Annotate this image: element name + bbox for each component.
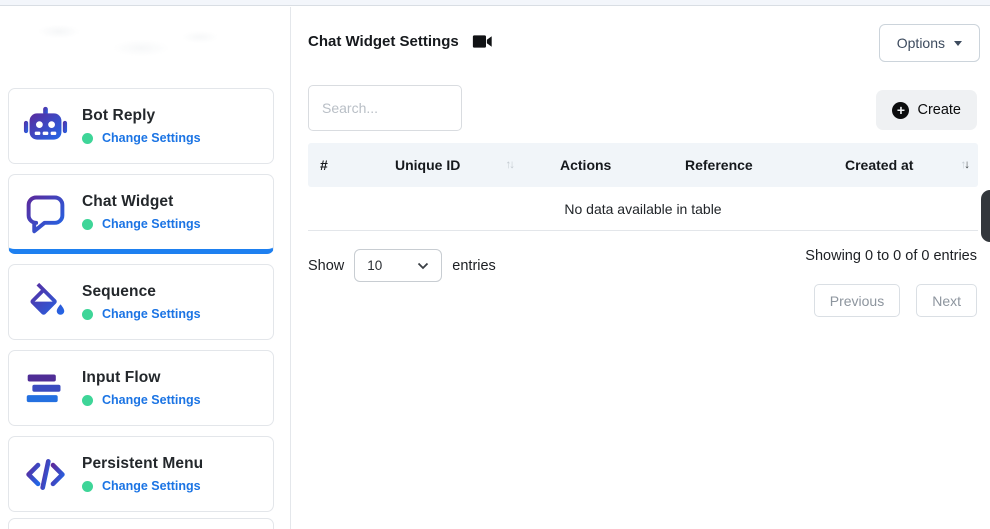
card-title: Input Flow	[82, 369, 201, 387]
search-input[interactable]	[308, 85, 462, 131]
chevron-down-icon	[417, 262, 429, 270]
change-settings-link[interactable]: Change Settings	[102, 217, 201, 231]
main-panel: Chat Widget Settings Options + Create # …	[292, 7, 990, 529]
top-accent-bar	[0, 0, 990, 6]
paint-bucket-icon	[22, 279, 69, 326]
faint-logo	[12, 15, 247, 70]
column-header-actions: Actions	[525, 157, 650, 173]
sort-icon: ↑↓	[961, 159, 969, 171]
showing-entries-text: Showing 0 to 0 of 0 entries	[805, 248, 977, 264]
floating-button-partial[interactable]	[981, 190, 990, 242]
options-label: Options	[897, 35, 945, 51]
page-size-control: Show 10 entries	[308, 249, 496, 282]
sidebar-card-persistent-menu[interactable]: Persistent Menu Change Settings	[8, 436, 274, 512]
chevron-down-icon	[954, 41, 962, 46]
change-settings-link[interactable]: Change Settings	[102, 131, 201, 145]
sort-icon: ↑↓	[506, 159, 514, 171]
settings-card-list: Bot Reply Change Settings Chat Widget	[8, 88, 274, 512]
column-header-reference: Reference	[650, 157, 810, 173]
next-button[interactable]: Next	[916, 284, 977, 317]
sidebar-card-input-flow[interactable]: Input Flow Change Settings	[8, 350, 274, 426]
options-button[interactable]: Options	[879, 24, 980, 62]
card-title: Chat Widget	[82, 193, 201, 211]
robot-icon	[22, 103, 69, 150]
sidebar-card-bot-reply[interactable]: Bot Reply Change Settings	[8, 88, 274, 164]
status-dot	[82, 395, 93, 406]
entries-label: entries	[452, 258, 496, 274]
table-empty-message: No data available in table	[308, 187, 978, 231]
change-settings-link[interactable]: Change Settings	[102, 479, 201, 493]
chat-bubble-icon	[22, 189, 69, 236]
status-dot	[82, 309, 93, 320]
table-header-row: # Unique ID ↑↓ Actions Reference Created…	[308, 143, 978, 187]
change-settings-link[interactable]: Change Settings	[102, 393, 201, 407]
create-button[interactable]: + Create	[876, 90, 977, 130]
sidebar-card-partial[interactable]	[8, 518, 274, 529]
status-dot	[82, 481, 93, 492]
previous-button[interactable]: Previous	[814, 284, 900, 317]
create-label: Create	[917, 102, 961, 118]
page-size-value: 10	[367, 258, 382, 273]
page-header: Chat Widget Settings	[308, 33, 493, 50]
show-label: Show	[308, 258, 344, 274]
sidebar: Bot Reply Change Settings Chat Widget	[0, 7, 291, 529]
column-header-unique-id[interactable]: Unique ID ↑↓	[395, 157, 525, 173]
status-dot	[82, 133, 93, 144]
plus-circle-icon: +	[892, 102, 909, 119]
sidebar-card-chat-widget[interactable]: Chat Widget Change Settings	[8, 174, 274, 254]
videocam-icon	[472, 34, 493, 49]
card-title: Sequence	[82, 283, 201, 301]
column-header-index: #	[308, 157, 395, 173]
card-title: Persistent Menu	[82, 455, 203, 473]
sidebar-card-sequence[interactable]: Sequence Change Settings	[8, 264, 274, 340]
pagination: Previous Next	[814, 284, 977, 317]
change-settings-link[interactable]: Change Settings	[102, 307, 201, 321]
data-table: # Unique ID ↑↓ Actions Reference Created…	[308, 143, 978, 231]
card-title: Bot Reply	[82, 107, 201, 125]
code-icon	[22, 451, 69, 498]
status-dot	[82, 219, 93, 230]
page-size-select[interactable]: 10	[354, 249, 442, 282]
column-header-created-at[interactable]: Created at ↑↓	[810, 157, 978, 173]
page-title: Chat Widget Settings	[308, 33, 459, 50]
stacked-bars-icon	[22, 365, 69, 412]
